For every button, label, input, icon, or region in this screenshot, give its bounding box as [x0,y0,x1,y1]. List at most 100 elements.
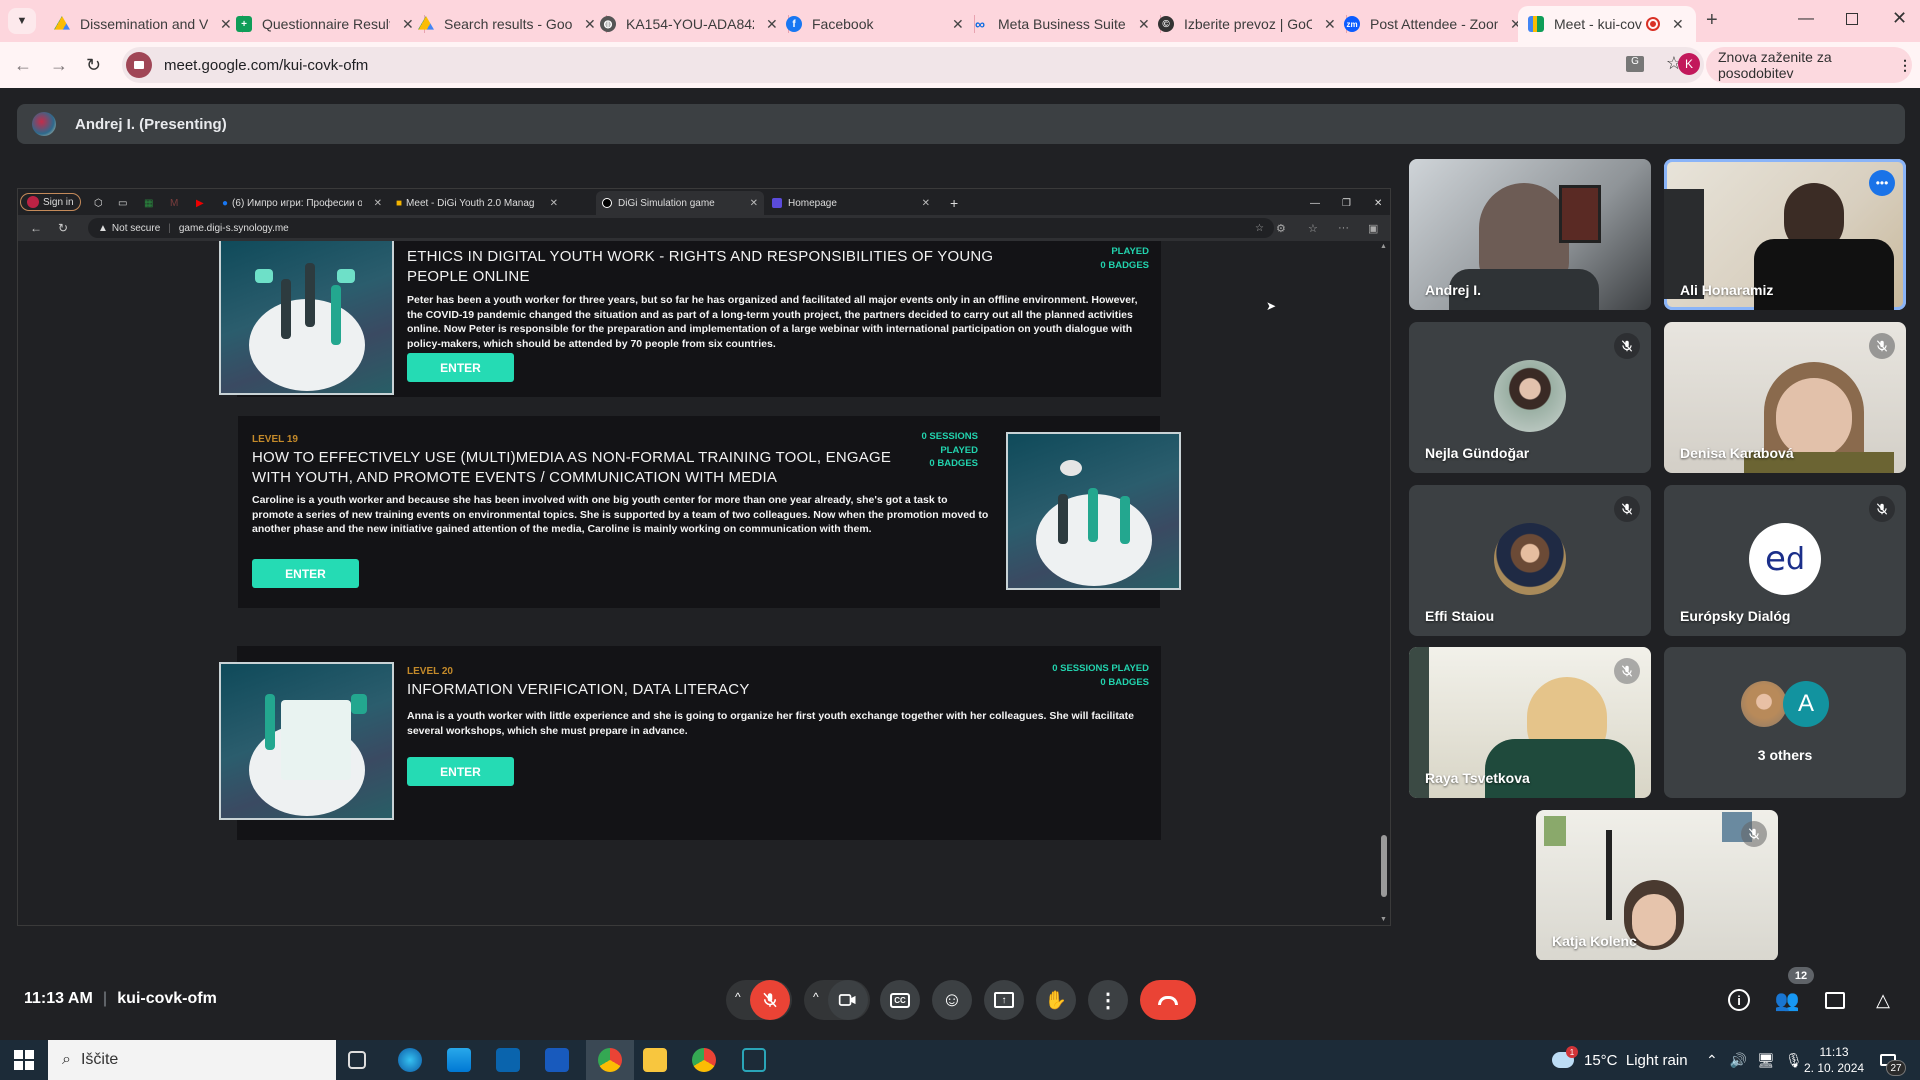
system-tray: ⌃ 🔊 🖥 🎙 [1706,1040,1803,1080]
globe-icon: ◍ [600,16,616,32]
browser-tab[interactable]: Search results - Goog ✕ [408,6,607,42]
relaunch-update-button[interactable]: Znova zaženite za posodobitev ⋮ [1706,47,1912,83]
browser-tab[interactable]: + Questionnaire Results ✕ [226,6,425,42]
translate-icon[interactable]: G [1626,56,1644,72]
camera-toggle-button[interactable] [828,980,868,1020]
present-icon: ↑ [994,992,1014,1008]
browser-tab[interactable]: Dissemination and Vi ✕ [44,6,243,42]
hand-icon: ✋ [1044,989,1068,1010]
activities-icon: △ [1876,989,1890,1010]
chrome-icon[interactable] [692,1048,716,1072]
organization-logo: ed [1749,523,1821,595]
volume-icon[interactable]: 🔊 [1730,1052,1747,1069]
shared-tab: ● (6) Импро игри: Професии отв ✕ [222,197,382,209]
people-button[interactable]: 👥 [1772,985,1802,1015]
profile-avatar[interactable]: K [1678,53,1700,75]
participant-tile[interactable]: ed Európsky Dialóg [1664,485,1906,636]
store-icon[interactable] [447,1048,471,1072]
task-view-icon[interactable] [348,1051,366,1069]
address-toolbar: ← → ↻ meet.google.com/kui-covk-ofm G ☆ K… [0,42,1920,88]
close-window-button[interactable]: ✕ [1892,8,1907,29]
microphone-toggle-button[interactable] [750,980,790,1020]
browser-tab[interactable]: © Izberite prevoz | GoO ✕ [1148,6,1347,42]
participant-avatar [1741,681,1787,727]
network-icon[interactable]: 🖥 [1757,1052,1775,1069]
forward-button[interactable]: → [50,55,68,76]
taskbar-clock[interactable]: 11:13 2. 10. 2024 [1804,1040,1864,1080]
captions-button[interactable]: CC [880,980,920,1020]
onedrive-icon[interactable] [742,1048,766,1072]
meeting-info-button[interactable]: i [1724,985,1754,1015]
browser-tab[interactable]: ◍ KA154-YOU-ADA842 ✕ [590,6,789,42]
notification-center[interactable]: 27 [1880,1040,1906,1080]
more-options-button[interactable]: ⋮ [1088,980,1128,1020]
chevron-up-icon: ^ [813,990,819,1004]
restore-button[interactable] [1846,13,1858,25]
taskbar-chrome-active[interactable] [586,1040,634,1080]
participant-tile[interactable]: Raya Tsvetkova [1409,647,1651,798]
file-explorer-icon[interactable] [643,1048,667,1072]
participant-tile[interactable]: Nejla Gündoğar [1409,322,1651,473]
omnibox[interactable]: meet.google.com/kui-covk-ofm G ☆ [122,47,1704,83]
scenario-stats: 0 SESSIONS PLAYED 0 BADGES [1052,663,1149,688]
enter-button: ENTER [407,353,514,382]
extensions-icon: ⚙ [1276,222,1286,235]
google-meet-icon: ■ [396,197,403,209]
raise-hand-button[interactable]: ✋ [1036,980,1076,1020]
participant-tile[interactable]: Effi Staiou [1409,485,1651,636]
presenter-avatar [32,112,56,136]
start-button[interactable] [14,1050,34,1070]
scenario-illustration [1006,432,1181,590]
meta-icon: ∞ [975,16,985,32]
favorites-icon: ☆ [1308,222,1318,235]
gmail-pinned-icon: M [170,197,179,209]
minimize-button[interactable]: — [1798,10,1814,28]
participant-tile-active-speaker[interactable]: ••• Ali Honaramiz [1664,159,1906,310]
mic-off-icon [1741,821,1767,847]
edge-icon[interactable] [398,1048,422,1072]
new-tab-button[interactable]: + [1706,9,1718,32]
reload-button[interactable]: ↻ [86,55,101,76]
leave-call-button[interactable] [1140,980,1196,1020]
scenario-illustration [219,662,394,820]
close-tab-icon[interactable]: ✕ [1672,16,1684,33]
tab-actions-icon: ▭ [118,197,128,209]
recording-icon [1646,17,1660,31]
workspaces-icon: ⬡ [94,197,103,209]
word-icon[interactable] [545,1048,569,1072]
shared-sign-in-button: Sign in [20,193,81,211]
url-text[interactable]: meet.google.com/kui-covk-ofm [164,57,368,74]
others-tile[interactable]: A 3 others [1664,647,1906,798]
microphone-icon[interactable]: 🎙 [1785,1052,1803,1069]
weather-widget[interactable]: 1 15°C Light rain [1552,1040,1688,1080]
participant-tile[interactable]: Katja Kolenc [1536,810,1778,961]
reactions-button[interactable]: ☺ [932,980,972,1020]
back-button[interactable]: ← [14,55,32,76]
shared-screen: Sign in ⬡ ▭ ▦ M ▶ ● (6) Импро игри: Профе… [17,188,1391,926]
shared-tab: Homepage ✕ [766,191,936,215]
browser-tab[interactable]: zm Post Attendee - Zoom ✕ [1334,6,1533,42]
browser-tab[interactable]: f Facebook ✕ [776,6,975,42]
tab-search-button[interactable]: ▼ [8,8,36,34]
participant-tile[interactable]: Denisa Karabová [1664,322,1906,473]
more-options-icon[interactable]: ••• [1869,170,1895,196]
browser-tab[interactable]: ∞ Meta Business Suite ✕ [962,6,1161,42]
zoom-icon: zm [1344,16,1360,32]
activities-button[interactable]: △ [1868,985,1898,1015]
site-info-icon[interactable] [126,52,152,78]
shared-restore-icon: ❐ [1342,197,1351,209]
emoji-icon: ☺ [941,988,963,1011]
taskbar-search-input[interactable]: ⌕ Iščite [48,1040,336,1080]
browser-tab-active[interactable]: Meet - kui-covk-c ✕ [1518,6,1696,42]
present-screen-button[interactable]: ↑ [984,980,1024,1020]
youtube-pinned-icon: ▶ [196,197,204,209]
participant-tile[interactable]: Andrej I. [1409,159,1651,310]
chat-button[interactable] [1820,985,1850,1015]
facebook-icon: f [786,16,802,32]
goopti-icon: © [1158,16,1174,32]
more-menu-icon[interactable]: ⋮ [1898,57,1912,74]
outlook-icon[interactable] [496,1048,520,1072]
scenario-description: Peter has been a youth worker for three … [407,294,1138,350]
show-hidden-icons[interactable]: ⌃ [1706,1052,1718,1069]
warning-icon: ▲ [98,222,108,234]
